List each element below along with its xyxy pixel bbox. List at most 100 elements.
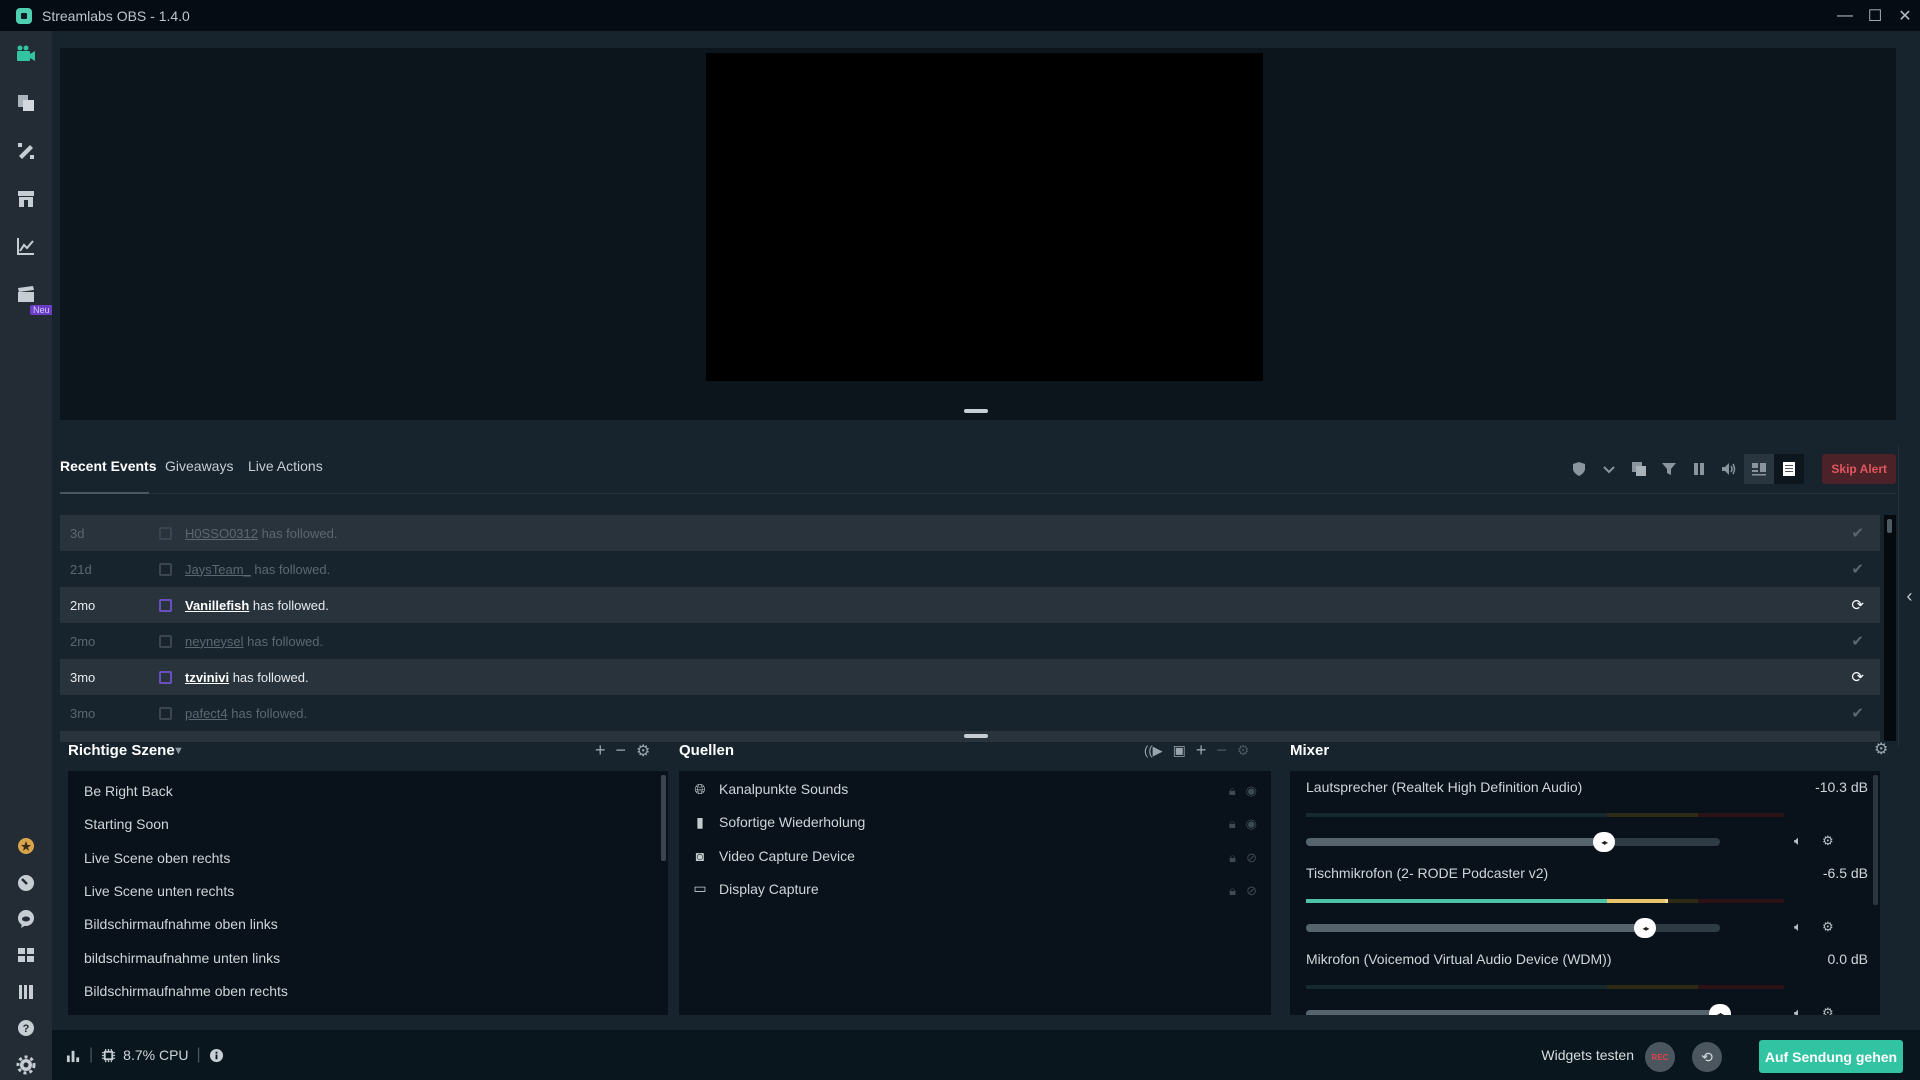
source-item[interactable]: ◙ Video Capture Device [693, 848, 855, 864]
mark-read-check-icon[interactable]: ✔ [1851, 632, 1864, 650]
source-item[interactable]: ▮ Sofortige Wiederholung [693, 814, 865, 831]
add-scene-button[interactable]: + [595, 740, 606, 761]
sidebar-item-layout[interactable] [14, 943, 38, 967]
sidebar-item-store[interactable] [14, 187, 38, 211]
gear-icon[interactable]: ⚙ [1822, 833, 1834, 849]
record-button[interactable]: REC [1645, 1042, 1675, 1072]
gear-icon[interactable]: ⚙ [1822, 919, 1834, 935]
volume-slider-knob[interactable]: ◂▸ [1593, 832, 1616, 852]
scene-item[interactable]: Starting Soon [84, 816, 169, 832]
sources-title: Quellen [679, 742, 735, 759]
add-source-button[interactable]: + [1196, 740, 1207, 761]
minimize-button[interactable]: — [1830, 0, 1860, 31]
sidebar-item-highlighter[interactable] [14, 282, 38, 306]
sidebar-item-app-store[interactable] [14, 139, 38, 163]
speaker-icon[interactable]: 🔈︎ [1794, 1005, 1802, 1015]
speaker-icon[interactable]: 🔈︎ [1794, 919, 1802, 935]
scene-item[interactable]: bildschirmaufnahme unten links [84, 950, 280, 966]
remove-source-button[interactable]: − [1216, 740, 1227, 761]
safe-mode-button[interactable] [1564, 454, 1594, 484]
source-item[interactable]: 🌐︎ Kanalpunkte Sounds [693, 781, 848, 798]
close-button[interactable]: ✕ [1890, 0, 1920, 31]
sidebar-item-help[interactable]: ? [14, 1016, 38, 1040]
sidebar-item-studio-mode[interactable] [14, 980, 38, 1004]
source-properties-button[interactable]: ⚙ [1237, 742, 1250, 759]
maximize-button[interactable]: ☐ [1860, 0, 1890, 31]
resize-handle-top[interactable] [964, 409, 988, 413]
test-widgets-button[interactable]: Widgets testen [1541, 1047, 1634, 1063]
scene-item[interactable]: Live Scene oben rechts [84, 850, 230, 866]
event-username-link[interactable]: neyneysel [185, 634, 244, 649]
tab-recent-events[interactable]: Recent Events [60, 458, 156, 474]
view-list-toggle[interactable] [1774, 454, 1805, 484]
event-username-link[interactable]: Vanillefish [185, 598, 249, 613]
volume-slider-knob[interactable]: ◂▸ [1709, 1004, 1731, 1015]
event-username-link[interactable]: pafect4 [185, 706, 228, 721]
lock-icon[interactable]: 🔒︎ [1229, 816, 1236, 832]
mixer-settings-icon[interactable]: ⚙ [1874, 739, 1888, 759]
pause-button[interactable] [1684, 454, 1714, 484]
sidebar-item-dashboard-link[interactable] [14, 871, 38, 895]
add-folder-button[interactable]: ▣ [1173, 742, 1186, 759]
mark-read-check-icon[interactable]: ✔ [1851, 524, 1864, 542]
mark-read-check-icon[interactable]: ✔ [1851, 560, 1864, 578]
safe-mode-dropdown[interactable] [1594, 454, 1624, 484]
popout-button[interactable] [1624, 454, 1654, 484]
volume-slider[interactable]: ◂▸ [1306, 918, 1720, 938]
performance-stats-button[interactable] [66, 1048, 81, 1063]
sidebar-item-settings[interactable] [14, 1053, 38, 1077]
tab-live-actions[interactable]: Live Actions [248, 458, 323, 474]
scene-item[interactable]: Live Scene unten rechts [84, 883, 234, 899]
sidebar-item-editor[interactable] [14, 42, 38, 66]
visibility-icon[interactable]: ⊘ [1246, 883, 1257, 899]
lock-icon[interactable]: 🔒︎ [1229, 850, 1236, 866]
info-button[interactable] [209, 1048, 224, 1063]
visibility-icon[interactable]: ◉ [1246, 816, 1257, 832]
volume-slider[interactable]: ◂▸ [1306, 1004, 1731, 1015]
lock-icon[interactable]: 🔒︎ [1229, 883, 1236, 899]
bar-chart-icon [66, 1050, 80, 1062]
scene-collection-title[interactable]: Richtige Szene [68, 742, 175, 759]
info-icon [209, 1048, 223, 1062]
mixer-scrollbar[interactable] [1873, 775, 1878, 905]
cpu-icon [102, 1048, 116, 1062]
replay-buffer-button[interactable]: ⟲ [1692, 1042, 1722, 1072]
lock-icon[interactable]: 🔒︎ [1229, 783, 1236, 799]
event-username-link[interactable]: tzvinivi [185, 670, 229, 685]
sidebar-item-cloudbot[interactable] [14, 907, 38, 931]
source-audio-button[interactable]: ((▶ [1144, 743, 1163, 759]
resize-handle-bottom[interactable] [964, 734, 988, 738]
event-username-link[interactable]: JaysTeam_ [185, 562, 251, 577]
filter-button[interactable] [1654, 454, 1684, 484]
scenes-scrollbar[interactable] [661, 775, 666, 861]
mute-alerts-button[interactable] [1714, 454, 1744, 484]
sidebar-item-dashboard[interactable] [14, 234, 38, 258]
scene-item[interactable]: Bildschirmaufnahme oben rechts [84, 983, 288, 999]
volume-slider-knob[interactable]: ◂▸ [1634, 918, 1657, 938]
sources-toolbar: ((▶ ▣ + − ⚙ [1144, 740, 1249, 761]
event-username-link[interactable]: H0SSO0312 [185, 526, 258, 541]
volume-slider[interactable]: ◂▸ [1306, 832, 1720, 852]
skip-alert-button[interactable]: Skip Alert [1822, 454, 1896, 484]
remove-scene-button[interactable]: − [616, 740, 627, 761]
repeat-alert-icon[interactable]: ⟳ [1851, 668, 1864, 686]
scene-collection-dropdown-icon[interactable]: ▼ [173, 745, 184, 757]
speaker-icon[interactable]: 🔈︎ [1794, 833, 1802, 849]
sidebar-item-themes[interactable] [14, 91, 38, 115]
visibility-icon[interactable]: ⊘ [1246, 850, 1257, 866]
visibility-icon[interactable]: ◉ [1246, 783, 1257, 799]
sidebar-item-prime[interactable] [14, 834, 38, 858]
stream-preview-canvas[interactable] [706, 53, 1263, 381]
source-item[interactable]: ▭ Display Capture [693, 880, 818, 897]
collapse-chat-button[interactable]: ‹ [1898, 446, 1920, 746]
view-compact-toggle[interactable] [1744, 454, 1775, 484]
scene-item[interactable]: Be Right Back [84, 783, 173, 799]
tab-giveaways[interactable]: Giveaways [165, 458, 233, 474]
mark-read-check-icon[interactable]: ✔ [1851, 704, 1864, 722]
scene-item[interactable]: Bildschirmaufnahme oben links [84, 916, 278, 932]
gear-icon[interactable]: ⚙ [1822, 1005, 1834, 1015]
scene-settings-button[interactable]: ⚙ [636, 741, 650, 761]
events-scrollbar[interactable] [1884, 515, 1896, 741]
repeat-alert-icon[interactable]: ⟳ [1851, 596, 1864, 614]
go-live-button[interactable]: Auf Sendung gehen [1759, 1040, 1903, 1073]
